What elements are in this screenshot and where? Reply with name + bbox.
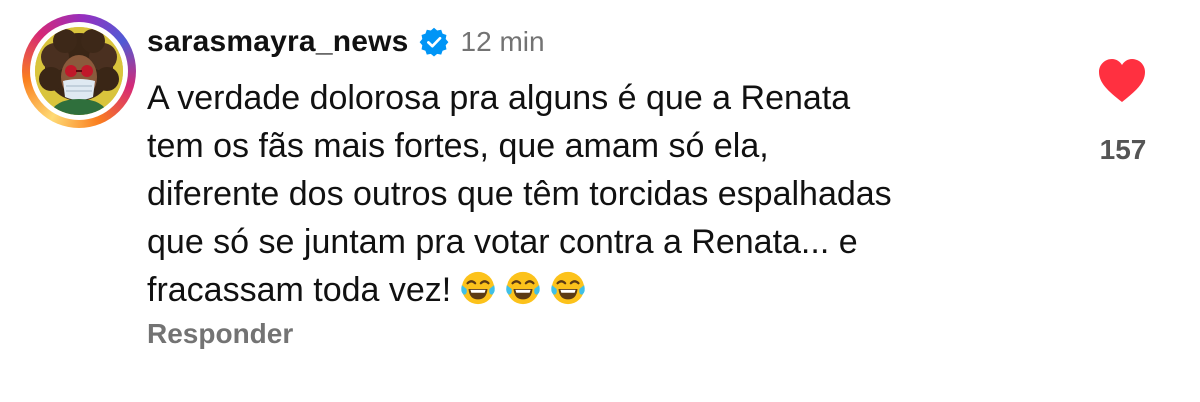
comment-item: sarasmayra_news 12 min A verdade doloros… [0,0,1200,402]
comment-text: A verdade dolorosa pra alguns é que a Re… [147,74,1067,320]
like-count: 157 [1099,134,1147,165]
tears-of-joy-emoji-icon [504,269,542,307]
comment-header: sarasmayra_news 12 min [147,22,545,62]
verified-badge-icon [419,27,449,57]
comment-text-line: diferente dos outros que têm torcidas es… [147,175,892,213]
tears-of-joy-emoji-icon [459,269,497,307]
like-button[interactable] [1098,58,1146,104]
reply-button[interactable]: Responder [147,318,293,350]
username[interactable]: sarasmayra_news [147,25,409,59]
avatar-ring-gap [30,22,128,120]
story-ring[interactable] [22,14,136,128]
tears-of-joy-emoji-icon [549,269,587,307]
comment-text-line: que só se juntam pra votar contra a Rena… [147,223,858,261]
avatar[interactable] [35,27,123,115]
comment-text-line-last: fracassam toda vez! [147,266,1067,320]
comment-text-line: A verdade dolorosa pra alguns é que a Re… [147,79,851,117]
comment-text-line: tem os fãs mais fortes, que amam só ela, [147,127,769,165]
comment-timestamp: 12 min [460,26,545,57]
avatar-image [35,27,123,115]
emoji-group [459,269,594,320]
comment-text-line: fracassam toda vez! [147,271,452,309]
heart-icon [1099,59,1145,102]
